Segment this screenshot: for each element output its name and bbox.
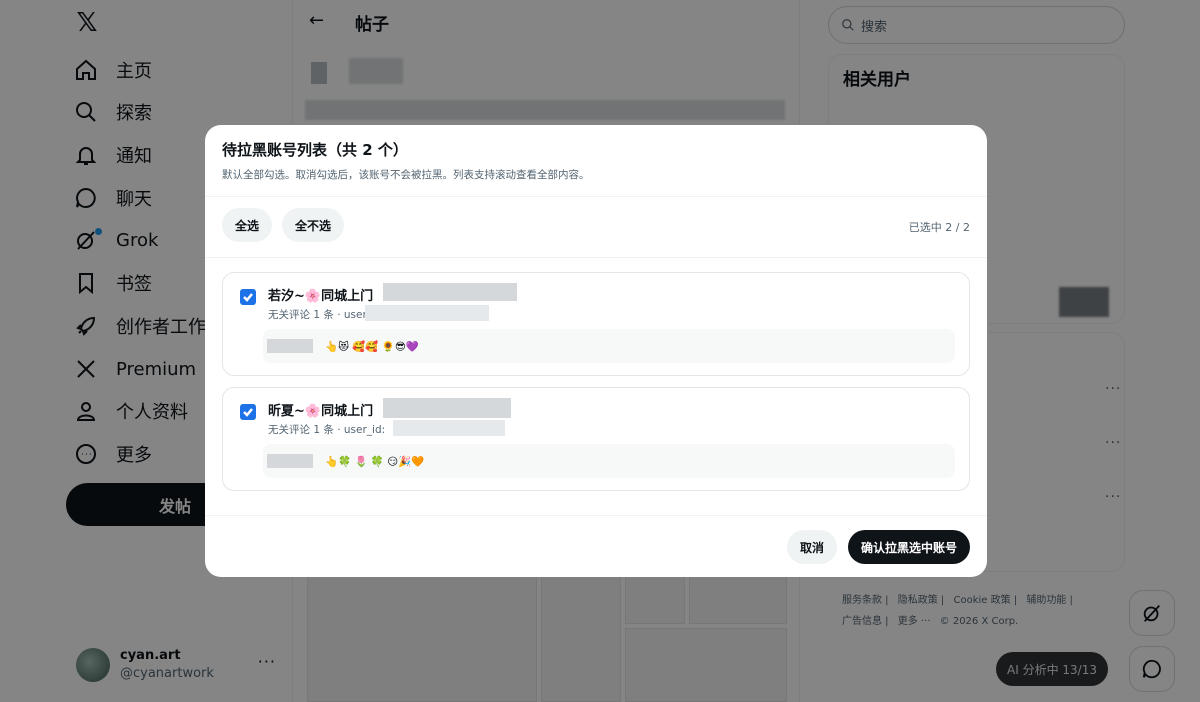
account-list[interactable]: 若汐~🌸同城上门 无关评论 1 条 · user_ 👆😻 🥰🥰 🌻😎💜 昕夏~🌸… <box>205 259 987 515</box>
redacted-block <box>267 339 313 353</box>
dialog-footer: 取消 确认拉黑选中账号 <box>205 515 987 577</box>
block-list-dialog: 待拉黑账号列表（共 2 个） 默认全部勾选。取消勾选后，该账号不会被拉黑。列表支… <box>205 125 987 577</box>
selected-count: 已选中 2 / 2 <box>908 221 970 234</box>
account-checkbox[interactable] <box>240 289 256 305</box>
dialog-subtitle: 默认全部勾选。取消勾选后，该账号不会被拉黑。列表支持滚动查看全部内容。 <box>222 169 590 181</box>
account-card: 昕夏~🌸同城上门 无关评论 1 条 · user_id: 👆🍀 🌷 🍀 😏🎉🧡 <box>222 387 970 491</box>
comment-text: 👆😻 🥰🥰 🌻😎💜 <box>325 340 419 353</box>
redacted-block <box>383 283 517 301</box>
account-card: 若汐~🌸同城上门 无关评论 1 条 · user_ 👆😻 🥰🥰 🌻😎💜 <box>222 272 970 376</box>
confirm-block-button[interactable]: 确认拉黑选中账号 <box>848 530 970 564</box>
comment-text: 👆🍀 🌷 🍀 😏🎉🧡 <box>325 455 425 468</box>
checkmark-icon <box>243 293 253 302</box>
dialog-title: 待拉黑账号列表（共 2 个） <box>222 141 408 159</box>
redacted-block <box>383 398 511 418</box>
comment-preview: 👆😻 🥰🥰 🌻😎💜 <box>263 329 955 363</box>
checkmark-icon <box>243 408 253 417</box>
selection-toolbar: 全选 全不选 已选中 2 / 2 <box>205 198 987 258</box>
account-name: 若汐~🌸同城上门 <box>268 289 374 304</box>
account-meta: 无关评论 1 条 · user_id: <box>268 424 386 436</box>
account-meta: 无关评论 1 条 · user_ <box>268 309 373 321</box>
select-all-button[interactable]: 全选 <box>222 208 272 242</box>
redacted-block <box>393 420 505 436</box>
dialog-header: 待拉黑账号列表（共 2 个） 默认全部勾选。取消勾选后，该账号不会被拉黑。列表支… <box>205 125 987 197</box>
account-name: 昕夏~🌸同城上门 <box>268 404 374 419</box>
account-checkbox[interactable] <box>240 404 256 420</box>
cancel-button[interactable]: 取消 <box>787 530 837 564</box>
select-none-button[interactable]: 全不选 <box>282 208 344 242</box>
redacted-block <box>365 305 489 321</box>
redacted-block <box>267 454 313 468</box>
comment-preview: 👆🍀 🌷 🍀 😏🎉🧡 <box>263 444 955 478</box>
